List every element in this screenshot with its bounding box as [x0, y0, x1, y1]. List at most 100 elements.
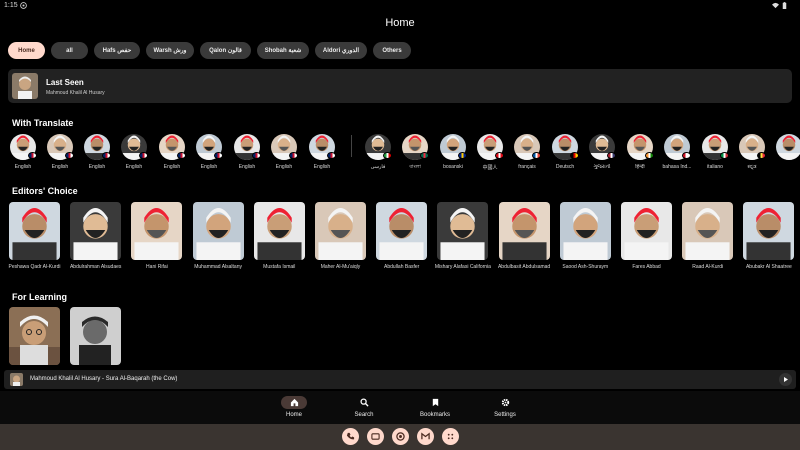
- flag-icon: [177, 152, 186, 159]
- play-icon: [784, 377, 788, 382]
- editors-choice-label: Abubakr Al Shaatree: [745, 264, 792, 270]
- learning-card[interactable]: [70, 307, 121, 365]
- editors-choice-label: Raad Al-Kurdi: [692, 264, 724, 270]
- player-title: Mahmoud Khalil Al Husary - Sura Al-Baqar…: [30, 376, 178, 382]
- section-title-editors: Editors' Choice: [12, 186, 78, 196]
- editors-choice-label: Maher Al-Mu'aiqly: [320, 264, 361, 270]
- filter-chips: Home all Hafs حفص Warsh ورش Qalon قالون …: [8, 42, 411, 59]
- notification-icon: [20, 2, 27, 9]
- flag-icon: [289, 152, 298, 159]
- apps-icon[interactable]: [441, 428, 459, 445]
- editors-choice-card[interactable]: [376, 202, 428, 260]
- translate-language-label: English: [14, 164, 32, 170]
- nav-search[interactable]: Search: [334, 396, 394, 418]
- app-dock: [333, 428, 467, 446]
- nav-label: Bookmarks: [419, 412, 450, 418]
- system-taskbar: [0, 424, 800, 450]
- editors-choice-label: Peshawa Qadr Al-Kurdi: [8, 264, 61, 270]
- phone-icon[interactable]: [341, 428, 359, 445]
- reciter-photo: [12, 73, 38, 99]
- editors-choice-label: Muhammad Alsaltany: [194, 264, 242, 270]
- translate-language-label: bosanski: [443, 164, 463, 170]
- editors-choice-card[interactable]: [315, 202, 366, 260]
- editors-choice-card[interactable]: [253, 202, 305, 260]
- chip-shobah[interactable]: Shobah شعبة: [257, 42, 309, 59]
- translate-language-label: English: [200, 164, 218, 170]
- flag-icon: [65, 152, 74, 159]
- nav-label: Search: [354, 412, 374, 418]
- editors-choice-card[interactable]: [70, 202, 122, 260]
- editors-choice-card[interactable]: [192, 202, 244, 260]
- chip-aldori[interactable]: Aldori الدوري: [315, 42, 367, 59]
- nav-settings[interactable]: Settings: [475, 396, 535, 418]
- translate-language-label: বাংলা: [409, 164, 421, 170]
- translate-language-label: ગુજરાતી: [593, 164, 611, 170]
- editors-choice-card[interactable]: [621, 202, 672, 260]
- gmail-icon[interactable]: [416, 428, 434, 445]
- editors-choice-label: Fares Abbad: [632, 264, 661, 270]
- editors-choice-card[interactable]: [437, 202, 489, 260]
- editors-choice-label: Saood Ash-Shuraym: [562, 264, 609, 270]
- chip-warsh[interactable]: Warsh ورش: [146, 42, 194, 59]
- status-time: 1:15: [4, 2, 18, 9]
- flag-icon: [607, 152, 616, 159]
- flag-icon: [28, 152, 37, 159]
- editors-choice-card[interactable]: [559, 202, 611, 260]
- battery-icon: [782, 2, 787, 9]
- editors-choice-label: Mishary Alafasi California: [434, 264, 491, 270]
- page-title: Home: [385, 17, 415, 29]
- status-bar: 1:15: [0, 0, 800, 12]
- translate-language-label: français: [518, 164, 536, 170]
- flag-icon: [645, 152, 654, 159]
- editors-choice-label: Abdulbasit Abdulsamad: [497, 264, 551, 270]
- chip-others[interactable]: Others: [373, 42, 411, 59]
- play-button[interactable]: [779, 373, 792, 386]
- editors-choice-card[interactable]: [682, 202, 734, 260]
- translate-language-label: English: [125, 164, 143, 170]
- last-seen-card[interactable]: Last Seen Mahmoud Khalil Al Husary: [8, 69, 792, 103]
- translate-language-label: italiano: [707, 164, 723, 170]
- editors-choice-card[interactable]: [498, 202, 550, 260]
- editors-choice-label: Hani Rifai: [146, 264, 168, 270]
- translate-language-label: English: [313, 164, 331, 170]
- chrome-icon[interactable]: [391, 428, 409, 445]
- translate-language-label: 中國人: [482, 165, 498, 171]
- flag-icon: [252, 152, 261, 159]
- chip-hafs[interactable]: Hafs حفص: [94, 42, 140, 59]
- editors-choice-card[interactable]: [9, 202, 60, 260]
- editors-choice-card[interactable]: [131, 202, 183, 260]
- flag-icon: [327, 152, 336, 159]
- translate-language-label: فارسی: [370, 164, 386, 170]
- mini-player[interactable]: Mahmoud Khalil Al Husary - Sura Al-Baqar…: [4, 370, 796, 389]
- translate-language-label: English: [163, 164, 181, 170]
- nav-label: Home: [285, 412, 302, 418]
- flag-icon: [102, 152, 111, 159]
- flag-icon: [495, 152, 504, 159]
- editors-choice-label: Abdulrahman Alsudaes: [69, 264, 122, 270]
- flag-icon: [757, 152, 766, 159]
- flag-icon: [214, 152, 223, 159]
- chip-home[interactable]: Home: [8, 42, 45, 59]
- translate-language-label: हिन्दी: [635, 164, 645, 170]
- section-divider: [351, 135, 352, 157]
- editors-choice-label: Mustafa Ismail: [263, 264, 296, 270]
- wifi-icon: [772, 2, 779, 9]
- section-title-learning: For Learning: [12, 292, 68, 302]
- player-thumbnail: [10, 373, 23, 386]
- flag-icon: [139, 152, 148, 159]
- last-seen-title: Last Seen: [46, 78, 84, 87]
- translate-language-label: English: [51, 164, 69, 170]
- translate-reciter-avatar[interactable]: [776, 134, 800, 160]
- learning-card[interactable]: [9, 307, 60, 365]
- translate-language-label: Deutsch: [555, 164, 575, 170]
- chip-all[interactable]: all: [51, 42, 88, 59]
- messages-icon[interactable]: [366, 428, 384, 445]
- chip-qalon[interactable]: Qalon قالون: [200, 42, 251, 59]
- nav-bookmarks[interactable]: Bookmarks: [405, 396, 465, 418]
- flag-icon: [720, 152, 729, 159]
- home-icon: [290, 398, 298, 407]
- translate-language-label: ಕನ್ನಡ: [747, 164, 757, 170]
- nav-home[interactable]: Home: [264, 396, 324, 418]
- flag-icon: [458, 152, 467, 159]
- editors-choice-card[interactable]: [743, 202, 795, 260]
